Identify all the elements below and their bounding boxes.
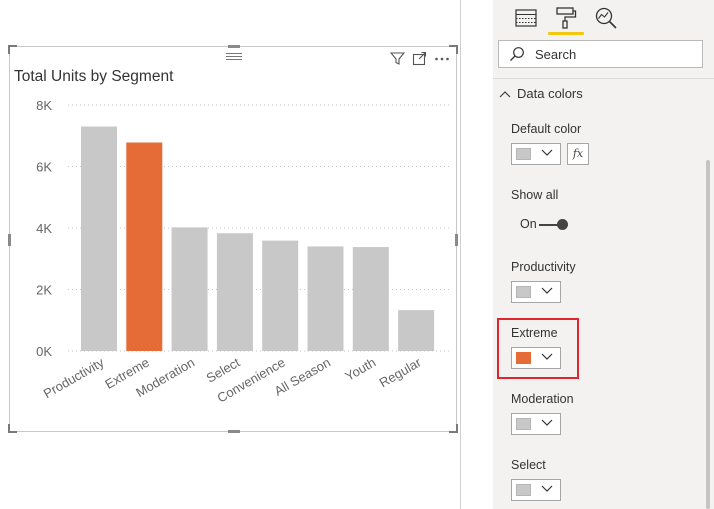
conditional-format-fx-button[interactable]: fx	[567, 143, 589, 165]
y-tick-label: 2K	[36, 283, 52, 298]
color-swatch	[516, 352, 531, 364]
x-tick-label: Youth	[342, 355, 378, 384]
default-color-label: Default color	[511, 122, 582, 136]
y-tick-label: 0K	[36, 344, 52, 359]
series-color-dropdown-extreme[interactable]	[511, 347, 561, 369]
color-swatch	[516, 286, 531, 298]
y-tick-label: 8K	[36, 98, 52, 113]
x-tick-label: Regular	[377, 354, 425, 390]
format-paint-roller-icon[interactable]	[554, 6, 578, 30]
color-swatch	[516, 418, 531, 430]
chevron-down-icon	[541, 149, 553, 156]
fields-icon[interactable]	[514, 6, 538, 30]
show-all-state: On	[520, 217, 537, 231]
series-color-dropdown-select[interactable]	[511, 479, 561, 501]
default-color-swatch	[516, 148, 531, 160]
analytics-icon[interactable]	[594, 6, 618, 30]
chevron-down-icon	[541, 485, 553, 492]
series-label-select: Select	[511, 458, 546, 472]
pane-scrollbar[interactable]	[706, 160, 710, 509]
search-box[interactable]	[498, 40, 703, 68]
bar-productivity[interactable]	[81, 126, 117, 352]
y-tick-label: 6K	[36, 160, 52, 175]
chevron-down-icon	[541, 353, 553, 360]
data-colors-section-header[interactable]: Data colors	[499, 86, 583, 101]
bar-all-season[interactable]	[307, 246, 344, 351]
series-label-extreme: Extreme	[511, 326, 558, 340]
bar-chart[interactable]: 0K2K4K6K8KProductivityExtremeModeration S…	[10, 47, 456, 431]
chevron-down-icon	[541, 419, 553, 426]
active-tab-indicator	[548, 32, 584, 35]
show-all-toggle[interactable]	[539, 219, 569, 231]
bar-extreme[interactable]	[126, 142, 163, 351]
show-all-label: Show all	[511, 188, 559, 202]
search-input[interactable]	[533, 45, 687, 63]
section-divider	[493, 78, 714, 79]
chevron-up-icon	[499, 90, 511, 97]
chart-visual[interactable]: Total Units by Segment 0K 2K 4K 6K 8K Product…	[8, 45, 458, 433]
x-tick-label: Productivity	[41, 354, 107, 401]
chevron-down-icon	[541, 287, 553, 294]
color-swatch	[516, 484, 531, 496]
section-label: Data colors	[517, 86, 583, 101]
format-pane: Data colors Default color fx Show all On…	[493, 0, 714, 509]
y-tick-label: 4K	[36, 221, 52, 236]
pane-divider	[460, 0, 461, 509]
bar-regular[interactable]	[398, 310, 435, 351]
default-color-dropdown[interactable]	[511, 143, 561, 165]
series-color-dropdown-moderation[interactable]	[511, 413, 561, 435]
series-color-dropdown-productivity[interactable]	[511, 281, 561, 303]
bar-moderation[interactable]	[171, 227, 208, 351]
series-label-moderation: Moderation	[511, 392, 574, 406]
bar-convenience[interactable]	[262, 240, 299, 351]
pane-tabs	[493, 0, 714, 36]
bar-select[interactable]	[216, 233, 253, 351]
search-icon	[510, 47, 524, 61]
series-label-productivity: Productivity	[511, 260, 576, 274]
bar-youth[interactable]	[352, 247, 389, 351]
